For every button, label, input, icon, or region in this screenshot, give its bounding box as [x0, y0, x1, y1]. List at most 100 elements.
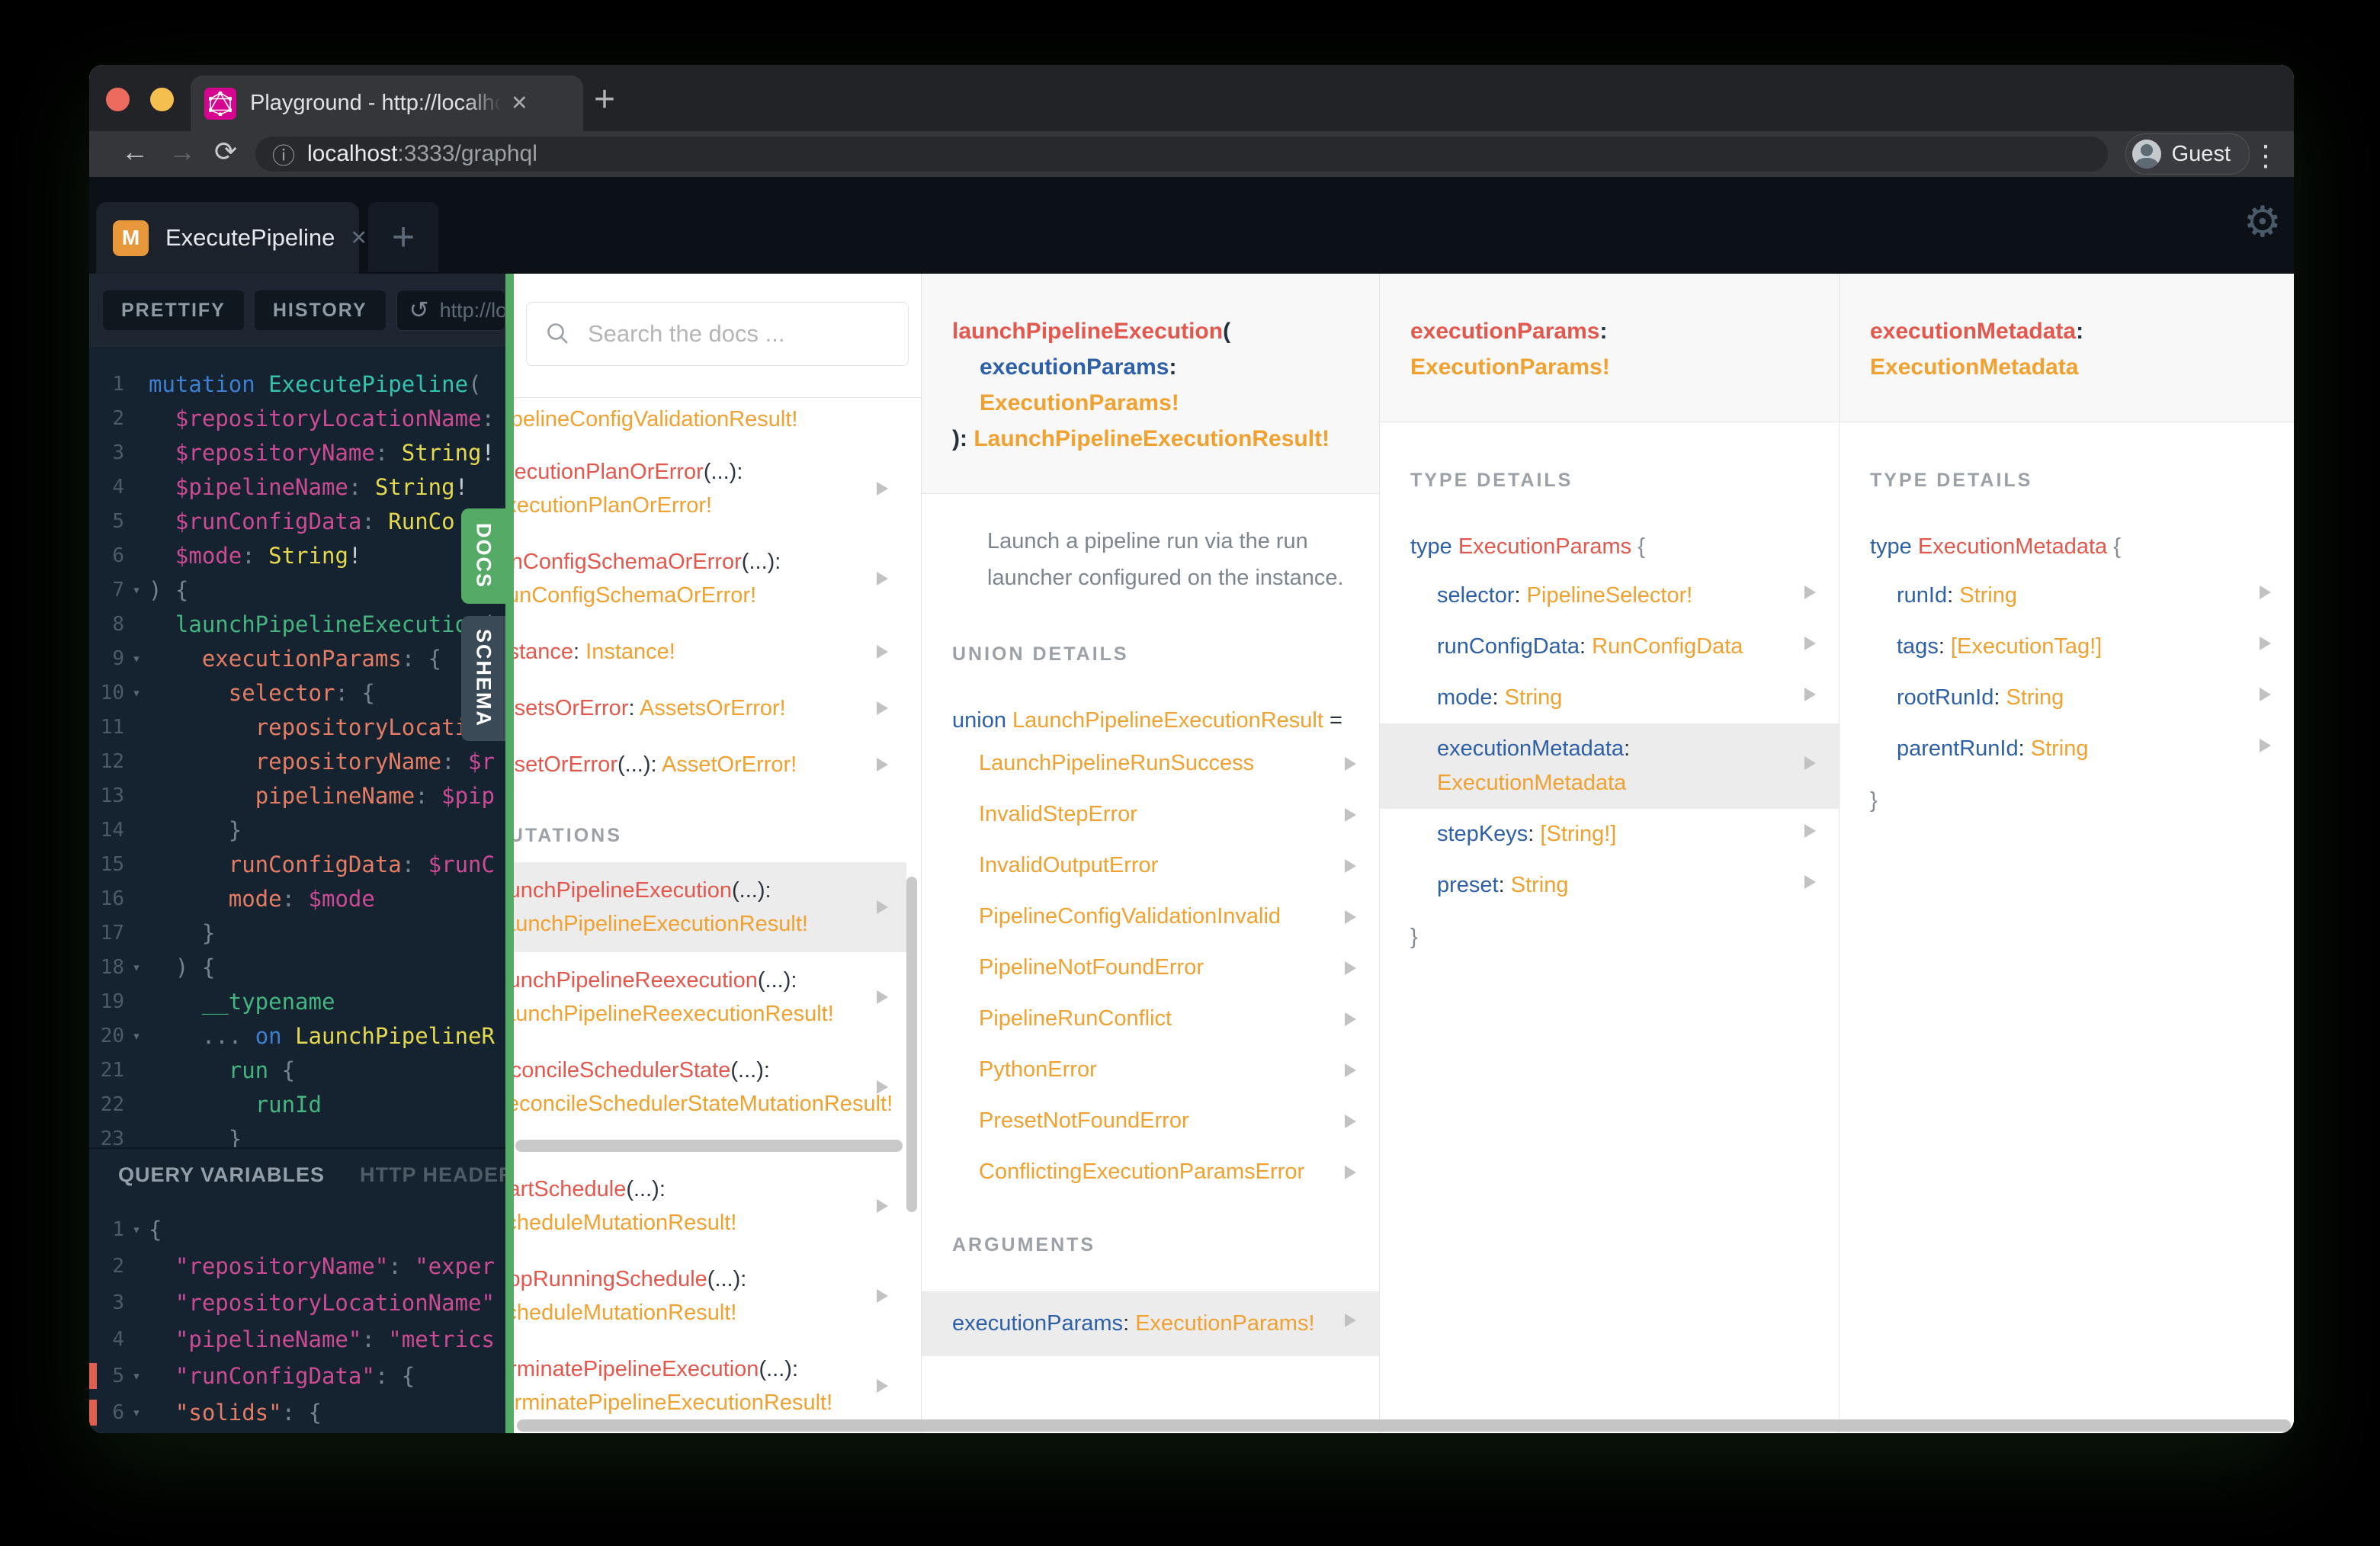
docs-resize-handle[interactable]	[505, 274, 514, 1433]
playground-tab-executepipeline[interactable]: M ExecutePipeline ✕	[96, 202, 367, 274]
docs-list-item[interactable]: executionPlanOrError(...): ExecutionPlan…	[514, 444, 906, 534]
fold-arrow-icon[interactable]: ▾	[124, 1028, 149, 1044]
tab-http-headers[interactable]: HTTP HEADERS	[360, 1163, 505, 1187]
chevron-right-icon[interactable]	[877, 1199, 888, 1213]
endpoint-reload-icon[interactable]: ↺	[409, 297, 429, 324]
chevron-right-icon[interactable]	[1345, 1313, 1356, 1327]
chevron-right-icon[interactable]	[1804, 637, 1816, 650]
union-member-launchpipelinerunsuccess[interactable]: LaunchPipelineRunSuccess	[922, 738, 1379, 789]
tab-schema[interactable]: SCHEMA	[461, 616, 505, 741]
union-member-conflictingexecutionparamserror[interactable]: ConflictingExecutionParamsError	[922, 1147, 1379, 1198]
docs-list-item[interactable]: reconcileSchedulerState(...): ReconcileS…	[514, 1042, 906, 1132]
chevron-right-icon[interactable]	[1345, 1114, 1356, 1128]
browser-tab[interactable]: Playground - http://localhost:3 ✕	[191, 75, 583, 131]
back-icon[interactable]: ←	[121, 136, 149, 168]
type-field-executionmetadata[interactable]: executionMetadata: ExecutionMetadata	[1380, 723, 1839, 809]
type-field-preset[interactable]: preset: String	[1380, 860, 1839, 911]
type-field-rootrunid[interactable]: rootRunId: String	[1840, 672, 2294, 723]
chevron-right-icon[interactable]	[1345, 807, 1356, 822]
type-field-selector[interactable]: selector: PipelineSelector!	[1380, 570, 1839, 621]
chevron-right-icon[interactable]	[1345, 858, 1356, 873]
fold-arrow-icon[interactable]: ▾	[124, 959, 149, 976]
fold-arrow-icon[interactable]: ▾	[124, 1221, 149, 1238]
type-field-stepkeys[interactable]: stepKeys: [String!]	[1380, 809, 1839, 860]
chevron-right-icon[interactable]	[1804, 875, 1816, 889]
profile-chip[interactable]: Guest	[2125, 133, 2250, 175]
argument-row-executionparams[interactable]: executionParams: ExecutionParams!	[922, 1291, 1379, 1356]
chevron-right-icon[interactable]	[877, 572, 888, 585]
chevron-right-icon[interactable]	[1345, 1063, 1356, 1077]
chevron-right-icon[interactable]	[877, 900, 888, 914]
union-member-pythonerror[interactable]: PythonError	[922, 1044, 1379, 1095]
docs-list-item[interactable]: stopRunningSchedule(...): ScheduleMutati…	[514, 1251, 906, 1341]
list-horizontal-scrollbar[interactable]	[515, 1140, 903, 1152]
docs-list-item[interactable]: launchPipelineReexecution(...): LaunchPi…	[514, 952, 906, 1042]
type-field-tags[interactable]: tags: [ExecutionTag!]	[1840, 621, 2294, 672]
chevron-right-icon[interactable]	[1345, 1165, 1356, 1179]
site-info-icon[interactable]: ⓘ	[272, 137, 295, 171]
browser-new-tab-button[interactable]: +	[594, 82, 615, 118]
type-field-runid[interactable]: runId: String	[1840, 570, 2294, 621]
chevron-right-icon[interactable]	[877, 1379, 888, 1393]
chevron-right-icon[interactable]	[2260, 688, 2271, 701]
union-member-invalidsteperror[interactable]: InvalidStepError	[922, 789, 1379, 840]
chevron-right-icon[interactable]	[1345, 1012, 1356, 1026]
chevron-right-icon[interactable]	[877, 645, 888, 659]
url-bar[interactable]: ⓘ localhost:3333/graphql	[255, 136, 2108, 172]
chevron-right-icon[interactable]	[1804, 585, 1816, 599]
chevron-right-icon[interactable]	[1345, 961, 1356, 975]
docs-search-input[interactable]: Search the docs ...	[526, 302, 909, 366]
reload-icon[interactable]: ⟳	[214, 136, 237, 168]
chevron-right-icon[interactable]	[1804, 824, 1816, 838]
settings-gear-icon[interactable]: ⚙	[2244, 201, 2282, 244]
forward-icon[interactable]: →	[168, 136, 196, 168]
docs-list-item[interactable]: terminatePipelineExecution(...): Termina…	[514, 1341, 906, 1431]
chevron-right-icon[interactable]	[2260, 739, 2271, 752]
chevron-right-icon[interactable]	[877, 482, 888, 496]
fold-arrow-icon[interactable]: ▾	[124, 685, 149, 701]
union-member-pipelinenotfounderror[interactable]: PipelineNotFoundError	[922, 942, 1379, 993]
union-member-pipelineconfigvalidationinvalid[interactable]: PipelineConfigValidationInvalid	[922, 891, 1379, 942]
fold-arrow-icon[interactable]: ▾	[124, 650, 149, 667]
docs-list-item-partial[interactable]: PipelineConfigValidationResult!	[514, 401, 906, 444]
minimize-window-button[interactable]	[150, 88, 174, 111]
playground-new-tab-button[interactable]: +	[368, 202, 438, 272]
chevron-right-icon[interactable]	[1345, 756, 1356, 771]
chevron-right-icon[interactable]	[877, 1080, 888, 1094]
docs-list-item[interactable]: launchPipelineExecution(...): LaunchPipe…	[514, 862, 906, 952]
docs-list-item[interactable]: assetsOrError: AssetsOrError!	[514, 680, 906, 736]
chevron-right-icon[interactable]	[877, 990, 888, 1004]
chevron-right-icon[interactable]	[2260, 585, 2271, 599]
fold-arrow-icon[interactable]: ▾	[124, 1404, 149, 1421]
docs-vertical-scrollbar[interactable]	[906, 877, 917, 1212]
docs-list-item[interactable]: instance: Instance!	[514, 624, 906, 680]
chevron-right-icon[interactable]	[1345, 909, 1356, 924]
docs-list-item[interactable]: runConfigSchemaOrError(...): RunConfigSc…	[514, 534, 906, 624]
type-field-runconfigdata[interactable]: runConfigData: RunConfigData	[1380, 621, 1839, 672]
playground-tab-close-icon[interactable]: ✕	[350, 226, 367, 250]
query-variables-editor[interactable]: 1 ▾{2 "repositoryName": "exper 3 "reposito…	[89, 1195, 505, 1433]
tab-query-variables[interactable]: QUERY VARIABLES	[118, 1163, 325, 1187]
docs-list-item[interactable]: startSchedule(...): ScheduleMutationResu…	[514, 1161, 906, 1251]
chevron-right-icon[interactable]	[2260, 637, 2271, 650]
docs-list-item[interactable]: assetOrError(...): AssetOrError!	[514, 736, 906, 793]
query-editor[interactable]: 1 mutation ExecutePipeline(2 $repositoryL…	[89, 347, 505, 1167]
docs-horizontal-scrollbar[interactable]	[517, 1419, 2291, 1432]
chevron-right-icon[interactable]	[877, 758, 888, 771]
prettify-button[interactable]: PRETTIFY	[103, 290, 244, 330]
tab-docs[interactable]: DOCS	[461, 508, 505, 604]
union-member-pipelinerunconflict[interactable]: PipelineRunConflict	[922, 993, 1379, 1044]
chevron-right-icon[interactable]	[877, 1289, 888, 1303]
browser-tab-close-icon[interactable]: ✕	[511, 91, 528, 115]
union-member-presetnotfounderror[interactable]: PresetNotFoundError	[922, 1095, 1379, 1147]
chevron-right-icon[interactable]	[1804, 688, 1816, 701]
browser-menu-icon[interactable]: ⋮	[2251, 139, 2280, 173]
type-field-mode[interactable]: mode: String	[1380, 672, 1839, 723]
close-window-button[interactable]	[106, 88, 130, 111]
endpoint-input[interactable]: ↺ http://loc	[396, 290, 505, 331]
union-member-invalidoutputerror[interactable]: InvalidOutputError	[922, 840, 1379, 891]
history-button[interactable]: HISTORY	[254, 290, 386, 330]
fold-arrow-icon[interactable]: ▾	[124, 1368, 149, 1384]
fold-arrow-icon[interactable]: ▾	[124, 582, 149, 598]
chevron-right-icon[interactable]	[877, 701, 888, 715]
